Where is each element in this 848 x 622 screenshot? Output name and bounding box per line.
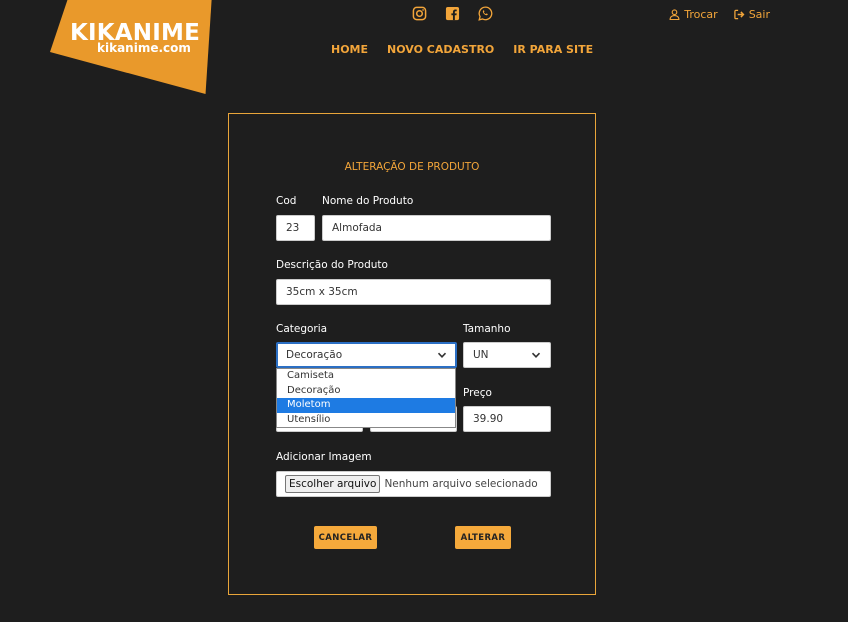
submit-button[interactable]: ALTERAR [455,526,511,549]
switch-user-link[interactable]: Trocar [669,8,718,21]
category-label: Categoria [276,323,328,335]
cancel-button[interactable]: CANCELAR [314,526,377,549]
chevron-down-icon [437,352,447,358]
price-label: Preço [463,387,492,399]
switch-user-label: Trocar [684,8,718,21]
whatsapp-icon[interactable] [478,6,493,21]
main-nav: HOME NOVO CADASTRO IR PARA SITE [331,43,593,56]
image-file-input[interactable]: Escolher arquivo Nenhum arquivo selecion… [276,471,551,497]
product-name-label: Nome do Produto [322,195,414,207]
choose-file-button[interactable]: Escolher arquivo [285,475,381,493]
cod-label: Cod [276,195,297,207]
user-icon [669,9,680,20]
size-selected-value: UN [473,349,489,361]
category-selected-value: Decoração [286,349,343,361]
logout-label: Sair [748,8,770,21]
option-camiseta[interactable]: Camiseta [277,369,455,384]
file-status: Nenhum arquivo selecionado [384,478,538,490]
description-input[interactable]: 35cm x 35cm [276,279,551,305]
chevron-down-icon [531,352,541,358]
social-links [412,6,493,21]
logout-link[interactable]: Sair [733,8,770,21]
instagram-icon[interactable] [412,6,427,21]
cod-input[interactable]: 23 [276,215,315,241]
size-label: Tamanho [463,323,511,335]
facebook-icon[interactable] [445,6,460,21]
option-utensilio[interactable]: Utensílio [277,413,455,428]
form-title: ALTERAÇÃO DE PRODUTO [344,161,480,173]
category-options-list: Camiseta Decoração Moletom Utensílio [276,368,456,428]
nav-go-to-site[interactable]: IR PARA SITE [513,43,593,56]
image-label: Adicionar Imagem [276,451,372,463]
size-select[interactable]: UN [463,342,551,368]
nav-new-register[interactable]: NOVO CADASTRO [387,43,494,56]
user-actions: Trocar Sair [669,8,770,21]
category-select[interactable]: Decoração [276,342,457,368]
product-name-input[interactable]: Almofada [322,215,551,241]
option-decoracao[interactable]: Decoração [277,384,455,399]
edit-product-form: ALTERAÇÃO DE PRODUTO Cod Nome do Produto… [228,113,596,595]
nav-home[interactable]: HOME [331,43,368,56]
sign-out-icon [733,9,745,20]
price-input[interactable]: 39.90 [463,406,551,432]
option-moletom[interactable]: Moletom [277,398,455,413]
brand-domain: kikanime.com [97,41,191,55]
description-label: Descrição do Produto [276,259,388,271]
